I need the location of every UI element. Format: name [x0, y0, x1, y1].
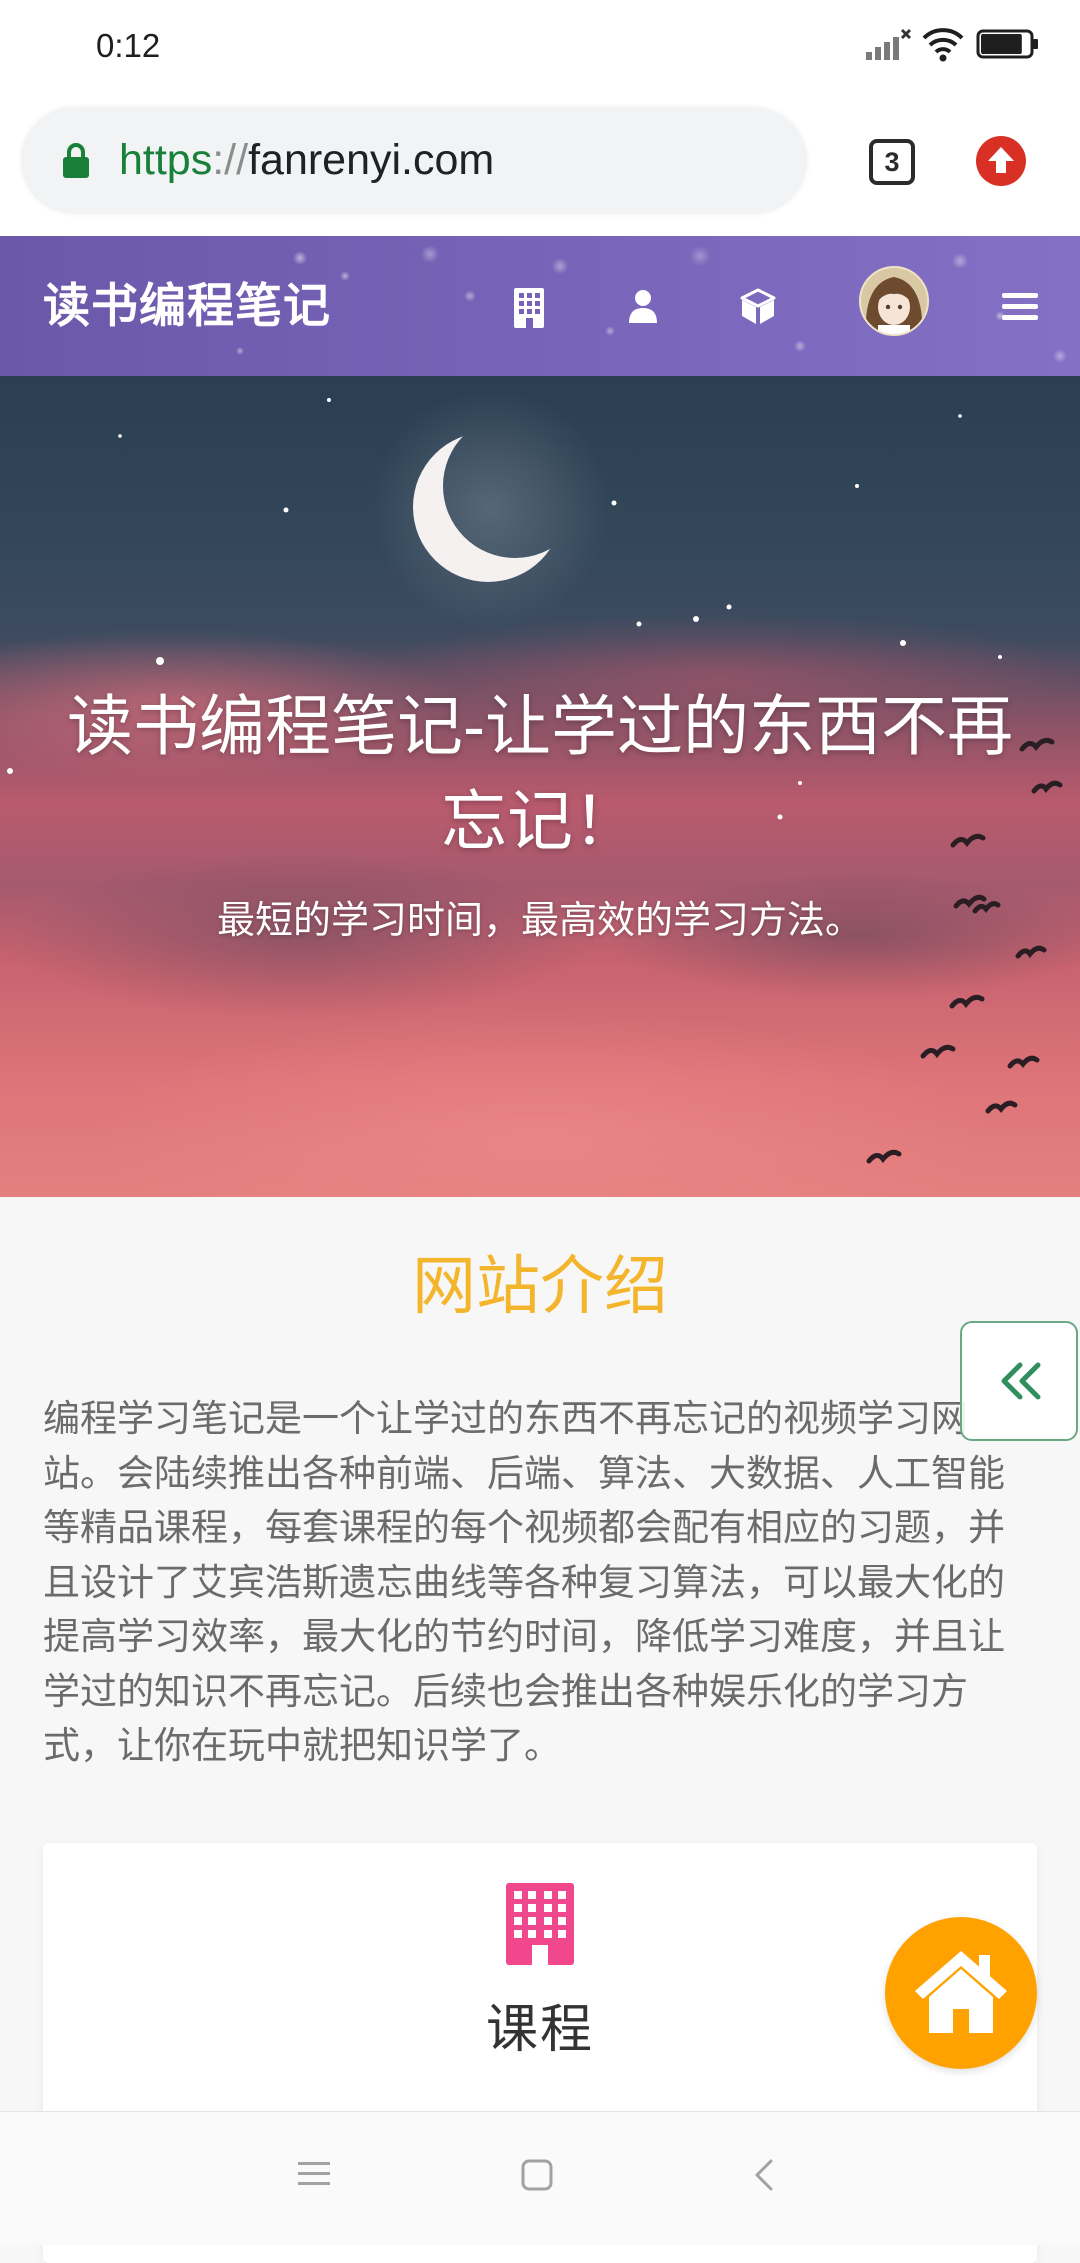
- site-navbar: 读书编程笔记: [0, 236, 1080, 376]
- star: [283, 507, 289, 513]
- avatar[interactable]: [858, 265, 930, 337]
- lock-icon[interactable]: [62, 141, 90, 179]
- star: [156, 657, 164, 665]
- paragraph-line: 式，让你在玩中就把知识学了。: [43, 1725, 561, 1766]
- star: [998, 655, 1002, 659]
- paragraph-line: 且设计了艾宾浩斯遗忘曲线等各种复习算法，可以最大化的: [43, 1561, 1005, 1603]
- back-icon[interactable]: [752, 2158, 776, 2192]
- collapse-sidebar-button[interactable]: [960, 1321, 1078, 1441]
- battery-icon: [976, 29, 1040, 59]
- upload-arrow-icon[interactable]: [976, 136, 1026, 186]
- paragraph-line: 学过的知识不再忘记。后续也会推出各种娱乐化的学习方: [43, 1670, 968, 1712]
- url-scheme: https: [119, 136, 213, 184]
- star: [636, 621, 642, 627]
- star: [855, 484, 859, 488]
- star: [726, 604, 732, 610]
- hero-banner: 读书编程笔记-让学过的东西不再忘记！ 最短的学习时间，最高效的学习方法。: [0, 376, 1080, 1197]
- menu-icon[interactable]: [296, 2160, 332, 2188]
- building-icon: [506, 1883, 574, 1965]
- star: [327, 398, 331, 402]
- url-text[interactable]: https://fanrenyi.com: [119, 107, 494, 214]
- star: [118, 434, 122, 438]
- status-time: 0:12: [96, 27, 161, 64]
- bird: [1015, 945, 1047, 959]
- bird: [920, 1044, 956, 1059]
- paragraph-line: 等精品课程，每套课程的每个视频都会配有相应的习题，并: [43, 1507, 1005, 1548]
- url-host: fanrenyi.com: [248, 136, 495, 184]
- star: [900, 640, 906, 646]
- browser-toolbar: https://fanrenyi.com 3: [0, 90, 1080, 236]
- address-bar[interactable]: https://fanrenyi.com: [21, 107, 807, 214]
- paragraph-line: 编程学习笔记是一个让学过的东西不再忘记的视频学习网: [43, 1398, 968, 1439]
- cube-icon[interactable]: [739, 287, 777, 327]
- building-icon[interactable]: [512, 288, 546, 328]
- bird: [866, 1149, 902, 1164]
- status-bar: 0:12: [0, 0, 1080, 90]
- bird: [949, 994, 985, 1009]
- star: [958, 414, 962, 418]
- star: [693, 616, 699, 622]
- site-title[interactable]: 读书编程笔记: [43, 236, 331, 376]
- section-heading: 网站介绍: [412, 1250, 668, 1322]
- wifi-icon: [921, 26, 965, 62]
- tab-switcher-button[interactable]: 3: [869, 139, 915, 185]
- bird: [985, 1100, 1018, 1114]
- menu-icon[interactable]: [1002, 292, 1038, 322]
- hero-title: 读书编程笔记-让学过的东西不再忘记！: [67, 689, 1013, 858]
- star: [7, 768, 13, 774]
- bird: [1031, 780, 1063, 794]
- home-icon: [915, 1951, 1007, 2033]
- bird: [1007, 1055, 1040, 1069]
- url-separator: ://: [212, 136, 249, 184]
- paragraph-line: 提高学习效率，最大化的节约时间，降低学习难度，并且让: [43, 1616, 1005, 1657]
- hero-subtitle: 最短的学习时间，最高效的学习方法。: [216, 900, 863, 942]
- star: [611, 500, 617, 506]
- intro-paragraph: 编程学习笔记是一个让学过的东西不再忘记的视频学习网 站。会陆续推出各种前端、后端…: [43, 1392, 1043, 1774]
- paragraph-line: 站。会陆续推出各种前端、后端、算法、大数据、人工智能: [43, 1452, 1005, 1494]
- signal-no-service-icon: [866, 28, 912, 62]
- home-floating-button[interactable]: [885, 1917, 1037, 2069]
- home-square-icon[interactable]: [520, 2158, 554, 2192]
- battery-level-fill: [981, 34, 1022, 54]
- system-nav-bar: [0, 2111, 1080, 2245]
- double-chevron-left-icon: [1001, 1362, 1041, 1400]
- moon-icon: [413, 432, 563, 582]
- user-icon[interactable]: [628, 289, 658, 323]
